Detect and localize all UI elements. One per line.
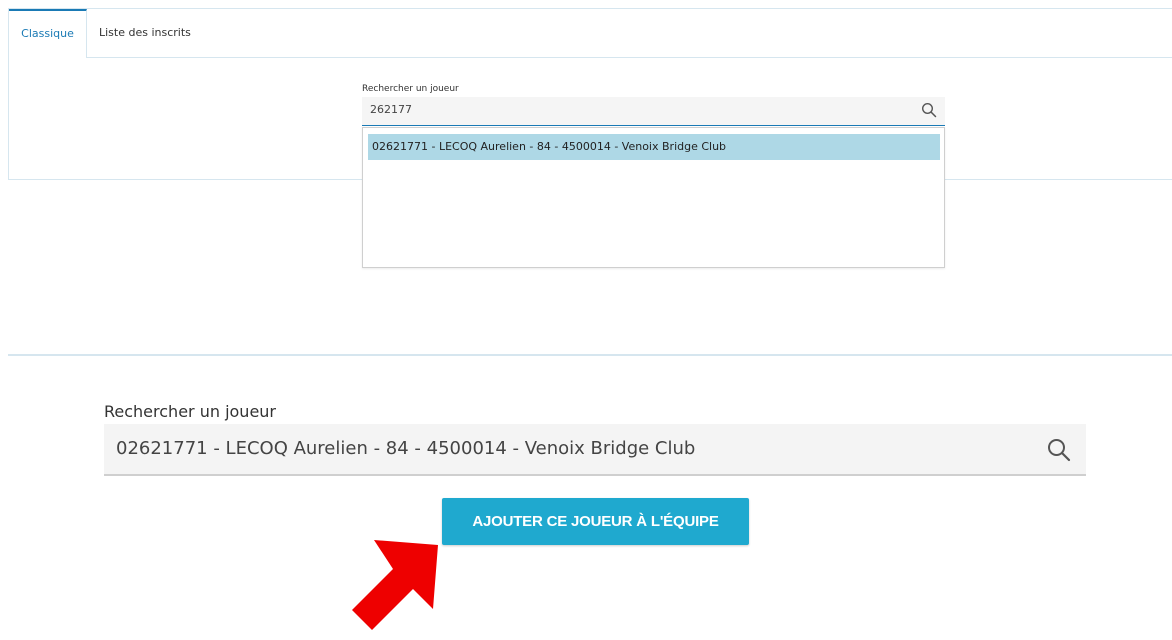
- suggestion-option[interactable]: 02621771 - LECOQ Aurelien - 84 - 4500014…: [368, 134, 940, 160]
- search-suggestions-dropdown: 02621771 - LECOQ Aurelien - 84 - 4500014…: [362, 127, 945, 268]
- search-icon[interactable]: [921, 102, 937, 118]
- search-icon[interactable]: [1046, 437, 1072, 463]
- big-search-value[interactable]: 02621771 - LECOQ Aurelien - 84 - 4500014…: [116, 438, 695, 459]
- small-search-value[interactable]: 262177: [370, 103, 412, 116]
- small-search-input[interactable]: 262177: [362, 97, 945, 126]
- add-player-button[interactable]: AJOUTER CE JOUEUR À L'ÉQUIPE: [442, 498, 749, 545]
- tab-classique[interactable]: Classique: [9, 9, 87, 58]
- red-arrow-icon: [352, 540, 438, 630]
- tab-liste-des-inscrits[interactable]: Liste des inscrits: [89, 9, 201, 57]
- section-divider: [8, 354, 1172, 356]
- small-search-label: Rechercher un joueur: [362, 84, 459, 94]
- tab-bar: Classique Liste des inscrits: [9, 9, 1172, 58]
- big-search-input[interactable]: 02621771 - LECOQ Aurelien - 84 - 4500014…: [104, 424, 1086, 476]
- big-search-label: Rechercher un joueur: [104, 402, 276, 421]
